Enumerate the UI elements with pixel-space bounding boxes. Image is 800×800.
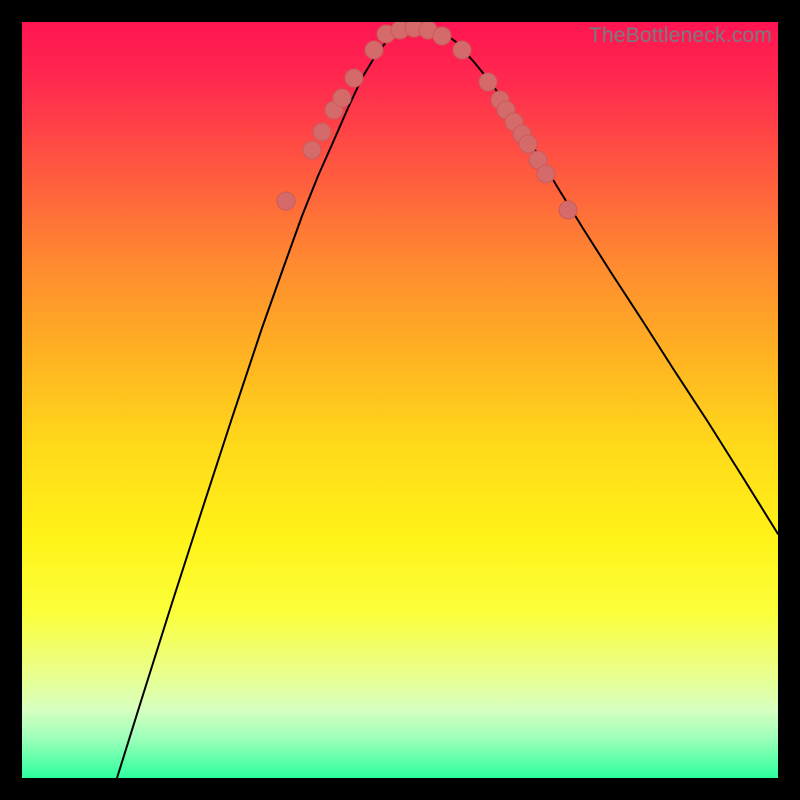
chart-frame: TheBottleneck.com [0,0,800,800]
plot-area: TheBottleneck.com [22,22,778,778]
bottleneck-curve [117,26,778,778]
curve-layer [22,22,778,778]
curve-markers [277,22,577,219]
